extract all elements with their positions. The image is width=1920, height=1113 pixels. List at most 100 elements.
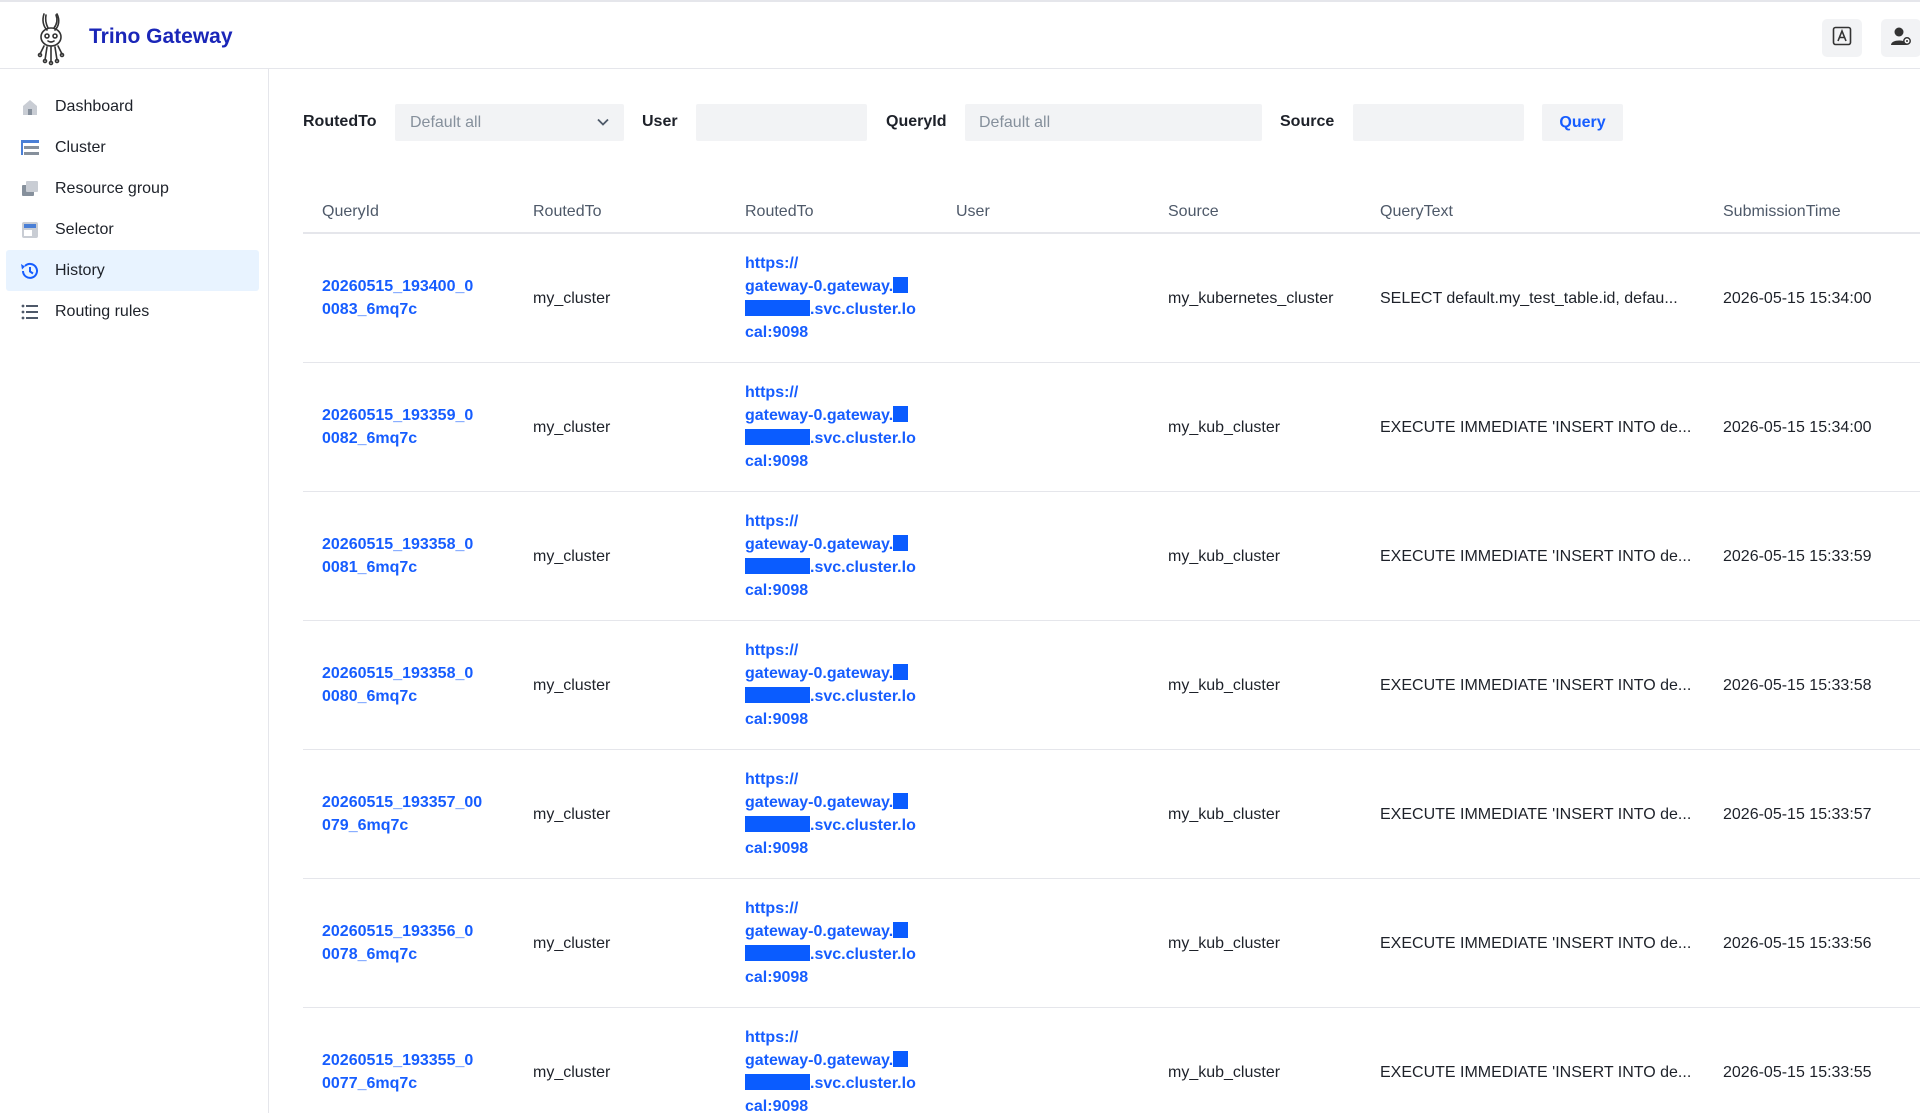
source-cell: my_kub_cluster [1168, 806, 1281, 823]
redaction-block [893, 793, 909, 809]
query-id-line: 0083_6mq7c [322, 301, 418, 318]
submission-time-cell: 2026-05-15 15:33:58 [1723, 677, 1872, 694]
table-row: 20260515_193356_0 0078_6mq7c my_cluster htt… [303, 879, 1920, 1008]
table-row: 20260515_193358_0 0081_6mq7c my_cluster htt… [303, 492, 1920, 621]
routed-to-url-link[interactable]: https:// gateway-0.gateway. .svc.cluster.l… [745, 252, 935, 344]
source-cell: my_kub_cluster [1168, 548, 1281, 565]
query-id-link[interactable]: 20260515_193359_0 0082_6mq7c [322, 404, 502, 450]
query-id-line: 0077_6mq7c [322, 1075, 418, 1092]
sidebar-item-label: History [55, 261, 105, 279]
routed-to-url-link[interactable]: https:// gateway-0.gateway. .svc.cluster.l… [745, 897, 935, 989]
sidebar-item-routing-rules[interactable]: Routing rules [6, 291, 259, 332]
url-line: .svc.cluster.lo [810, 946, 916, 963]
query-id-link[interactable]: 20260515_193358_0 0080_6mq7c [322, 662, 502, 708]
url-line: cal:9098 [745, 453, 809, 470]
sidebar-item-label: Resource group [55, 179, 169, 197]
url-line: cal:9098 [745, 582, 809, 599]
redaction-block [745, 300, 810, 316]
query-id-line: 0078_6mq7c [322, 946, 418, 963]
url-line: gateway-0.gateway. [745, 1052, 894, 1069]
url-line: https:// [745, 384, 799, 401]
url-line: .svc.cluster.lo [810, 817, 916, 834]
user-input[interactable] [696, 104, 867, 141]
sidebar-item-label: Cluster [55, 138, 106, 156]
history-icon [19, 260, 41, 282]
translate-button[interactable] [1822, 19, 1862, 57]
table-row: 20260515_193357_00 079_6mq7c my_cluster htt… [303, 750, 1920, 879]
source-cell: my_kub_cluster [1168, 935, 1281, 952]
url-line: .svc.cluster.lo [810, 430, 916, 447]
sidebar-item-cluster[interactable]: Cluster [6, 127, 259, 168]
query-id-link[interactable]: 20260515_193400_0 0083_6mq7c [322, 275, 502, 321]
query-id-line: 20260515_193358_0 [322, 665, 474, 682]
sidebar-item-resource-group[interactable]: Resource group [6, 168, 259, 209]
redaction-block [893, 535, 909, 551]
url-line: https:// [745, 255, 799, 272]
query-id-link[interactable]: 20260515_193358_0 0081_6mq7c [322, 533, 502, 579]
chevron-down-icon [596, 115, 610, 134]
query-id-link[interactable]: 20260515_193356_0 0078_6mq7c [322, 920, 502, 966]
url-line: https:// [745, 642, 799, 659]
query-id-line: 20260515_193358_0 [322, 536, 474, 553]
redaction-block [893, 277, 909, 293]
sidebar-item-selector[interactable]: Selector [6, 209, 259, 250]
translate-icon [1832, 26, 1852, 51]
redaction-block [745, 816, 810, 832]
redaction-block [745, 687, 810, 703]
url-line: .svc.cluster.lo [810, 301, 916, 318]
query-button[interactable]: Query [1542, 104, 1623, 141]
routed-to-url-link[interactable]: https:// gateway-0.gateway. .svc.cluster.l… [745, 381, 935, 473]
source-cell: my_kub_cluster [1168, 1064, 1281, 1081]
query-text-cell: EXECUTE IMMEDIATE 'INSERT INTO de... [1380, 806, 1692, 823]
user-settings-button[interactable] [1881, 19, 1920, 57]
routed-to-url-link[interactable]: https:// gateway-0.gateway. .svc.cluster.l… [745, 1026, 935, 1113]
query-id-line: 079_6mq7c [322, 817, 409, 834]
routed-to-cluster: my_cluster [533, 548, 611, 565]
url-line: gateway-0.gateway. [745, 278, 894, 295]
url-line: gateway-0.gateway. [745, 536, 894, 553]
sidebar-item-dashboard[interactable]: Dashboard [6, 86, 259, 127]
url-line: .svc.cluster.lo [810, 559, 916, 576]
url-line: https:// [745, 900, 799, 917]
source-input[interactable] [1353, 104, 1524, 141]
query-id-line: 20260515_193400_0 [322, 278, 474, 295]
routed-to-select[interactable]: Default all [395, 104, 624, 141]
url-line: cal:9098 [745, 324, 809, 341]
routed-to-cluster: my_cluster [533, 1064, 611, 1081]
routed-to-url-link[interactable]: https:// gateway-0.gateway. .svc.cluster.l… [745, 639, 935, 731]
user-settings-icon [1890, 25, 1912, 52]
query-id-filter-label: QueryId [886, 113, 947, 130]
table-row: 20260515_193400_0 0083_6mq7c my_cluster htt… [303, 234, 1920, 363]
redaction-block [893, 406, 909, 422]
url-line: gateway-0.gateway. [745, 923, 894, 940]
query-id-link[interactable]: 20260515_193355_0 0077_6mq7c [322, 1049, 502, 1095]
query-id-line: 0080_6mq7c [322, 688, 418, 705]
table-row: 20260515_193359_0 0082_6mq7c my_cluster htt… [303, 363, 1920, 492]
cluster-icon [19, 137, 41, 159]
source-cell: my_kubernetes_cluster [1168, 290, 1334, 307]
query-text-cell: EXECUTE IMMEDIATE 'INSERT INTO de... [1380, 935, 1692, 952]
sidebar-item-history[interactable]: History [6, 250, 259, 291]
url-line: .svc.cluster.lo [810, 1075, 916, 1092]
query-id-input[interactable] [965, 104, 1262, 141]
routed-to-filter-label: RoutedTo [303, 113, 377, 130]
resource-group-icon [19, 178, 41, 200]
submission-time-cell: 2026-05-15 15:33:59 [1723, 548, 1872, 565]
query-text-cell: EXECUTE IMMEDIATE 'INSERT INTO de... [1380, 1064, 1692, 1081]
trino-bunny-logo [30, 10, 74, 66]
redaction-block [893, 664, 909, 680]
url-line: cal:9098 [745, 969, 809, 986]
query-text-cell: EXECUTE IMMEDIATE 'INSERT INTO de... [1380, 677, 1692, 694]
routed-to-url-link[interactable]: https:// gateway-0.gateway. .svc.cluster.l… [745, 510, 935, 602]
routed-to-url-link[interactable]: https:// gateway-0.gateway. .svc.cluster.l… [745, 768, 935, 860]
submission-time-cell: 2026-05-15 15:33:56 [1723, 935, 1872, 952]
column-header-source: Source [1168, 203, 1219, 220]
query-text-cell: EXECUTE IMMEDIATE 'INSERT INTO de... [1380, 548, 1692, 565]
submission-time-cell: 2026-05-15 15:33:57 [1723, 806, 1872, 823]
query-id-link[interactable]: 20260515_193357_00 079_6mq7c [322, 791, 502, 837]
app-title[interactable]: Trino Gateway [89, 25, 233, 49]
url-line: cal:9098 [745, 1098, 809, 1113]
column-header-routed-to-url: RoutedTo [745, 203, 814, 220]
submission-time-cell: 2026-05-15 15:34:00 [1723, 290, 1872, 307]
column-header-query-id: QueryId [322, 203, 379, 220]
